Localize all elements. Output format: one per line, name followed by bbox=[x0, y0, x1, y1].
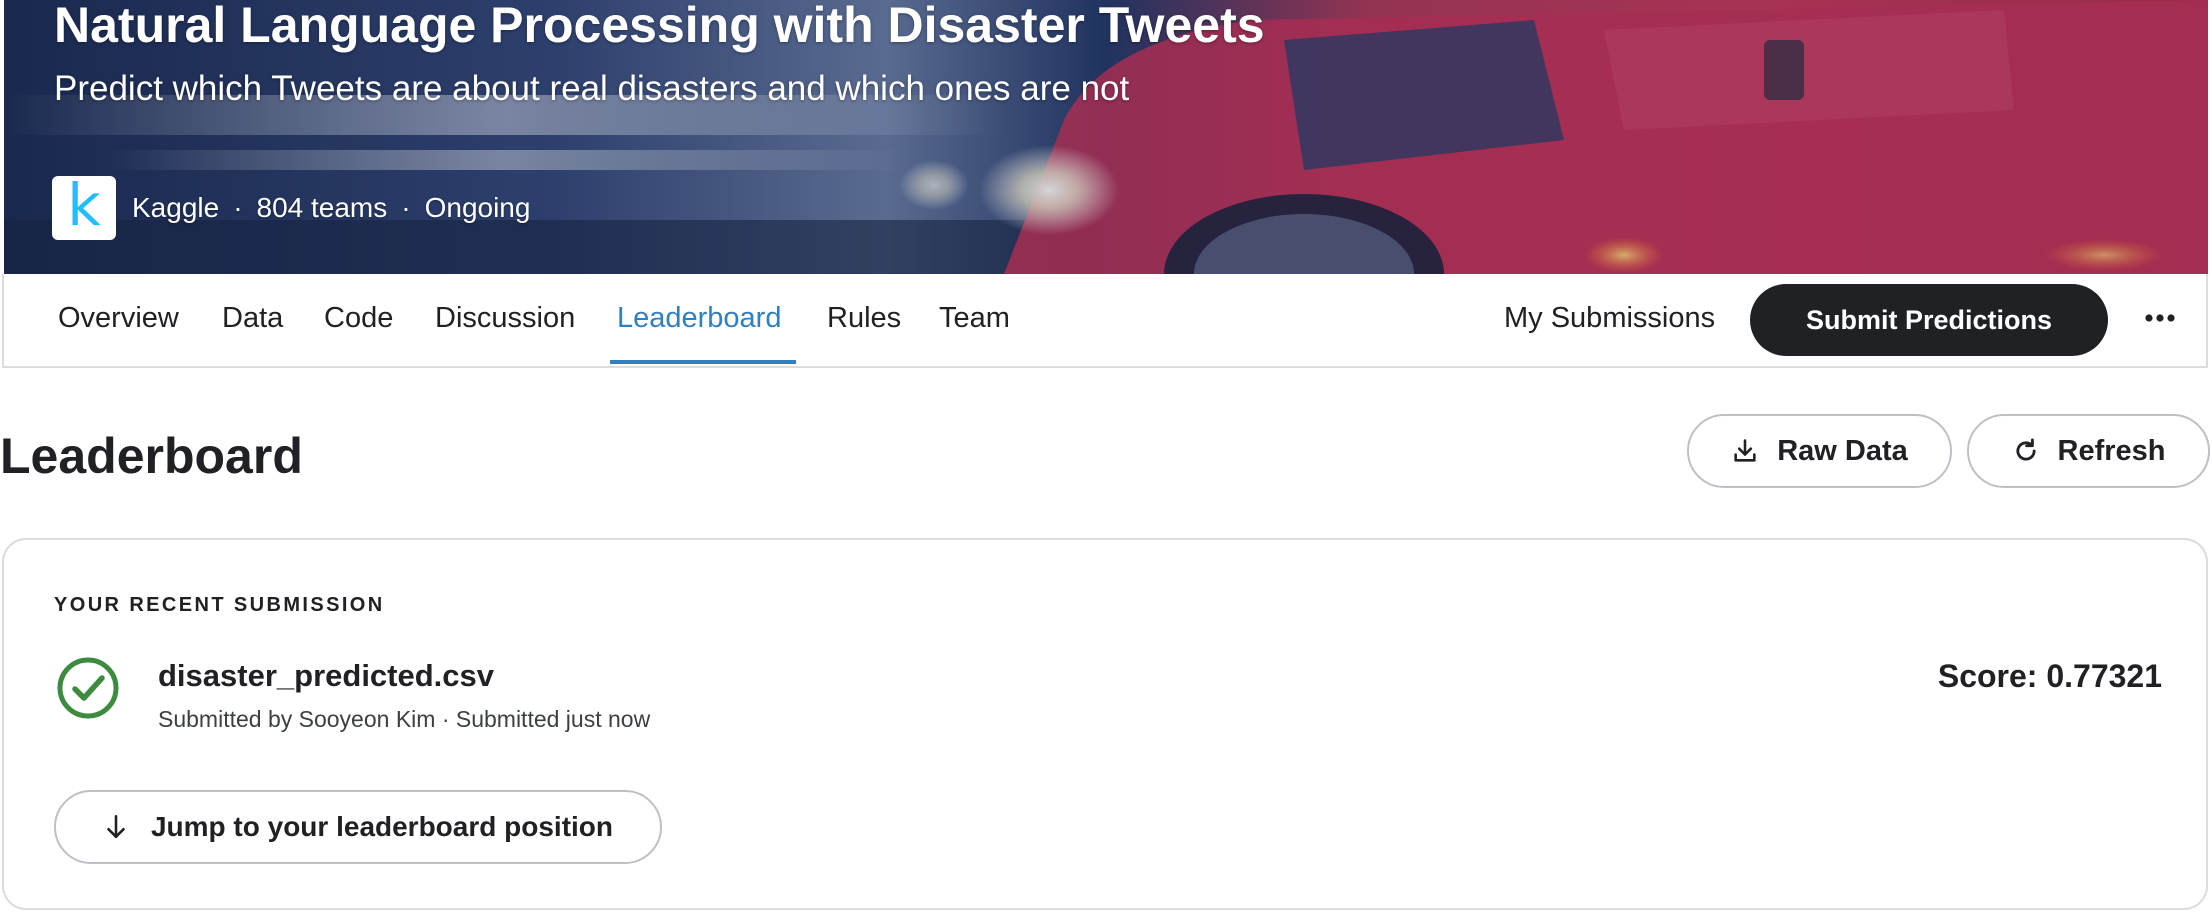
host-name[interactable]: Kaggle bbox=[132, 192, 219, 224]
active-tab-indicator bbox=[610, 360, 796, 364]
tab-overview[interactable]: Overview bbox=[58, 302, 179, 335]
submission-file-name[interactable]: disaster_predicted.csv bbox=[158, 658, 494, 694]
submission-score: Score: 0.77321 bbox=[1937, 658, 2162, 694]
competition-status: Ongoing bbox=[424, 192, 531, 223]
team-count: 804 teams bbox=[256, 192, 388, 223]
refresh-icon bbox=[2015, 438, 2036, 461]
tab-rules[interactable]: Rules bbox=[827, 302, 901, 335]
refresh-button[interactable]: Refresh bbox=[1967, 414, 2210, 488]
submit-predictions-button[interactable]: Submit Predictions bbox=[1750, 284, 2108, 356]
competition-header: Natural Language Processing with Disaste… bbox=[4, 0, 2208, 274]
jump-button-label: Jump to your leaderboard position bbox=[150, 811, 614, 842]
competition-subtitle: Predict which Tweets are about real disa… bbox=[54, 69, 1130, 108]
meta-separator: · bbox=[233, 192, 243, 223]
raw-data-label: Raw Data bbox=[1777, 434, 1908, 467]
tab-code[interactable]: Code bbox=[324, 302, 393, 335]
tab-data[interactable]: Data bbox=[222, 302, 283, 335]
submission-details: Submitted by Sooyeon Kim · Submitted jus… bbox=[158, 706, 651, 732]
tab-leaderboard[interactable]: Leaderboard bbox=[617, 302, 781, 335]
recent-submission-heading: YOUR RECENT SUBMISSION bbox=[54, 594, 385, 616]
page-title: Leaderboard bbox=[0, 428, 303, 484]
more-horizontal-icon bbox=[2145, 314, 2175, 322]
download-icon bbox=[1734, 439, 1756, 462]
check-circle-icon bbox=[57, 657, 119, 719]
tab-team[interactable]: Team bbox=[939, 302, 1010, 335]
kaggle-logo-letter: k bbox=[67, 171, 101, 239]
arrow-down-icon bbox=[107, 814, 125, 838]
more-options-button[interactable] bbox=[2134, 292, 2186, 344]
recent-submission-card: YOUR RECENT SUBMISSION disaster_predicte… bbox=[2, 538, 2208, 910]
tab-discussion[interactable]: Discussion bbox=[435, 302, 575, 335]
jump-to-position-button[interactable]: Jump to your leaderboard position bbox=[54, 790, 662, 864]
my-submissions-link[interactable]: My Submissions bbox=[1504, 302, 1715, 335]
meta-separator: · bbox=[401, 192, 411, 223]
raw-data-button[interactable]: Raw Data bbox=[1687, 414, 1952, 488]
kaggle-logo[interactable]: k bbox=[52, 176, 116, 240]
competition-meta: k Kaggle · 804 teams · Ongoing bbox=[52, 176, 530, 240]
refresh-label: Refresh bbox=[2057, 434, 2166, 467]
competition-tab-bar: Overview Data Code Discussion Leaderboar… bbox=[2, 274, 2208, 368]
competition-title: Natural Language Processing with Disaste… bbox=[54, 0, 1265, 53]
